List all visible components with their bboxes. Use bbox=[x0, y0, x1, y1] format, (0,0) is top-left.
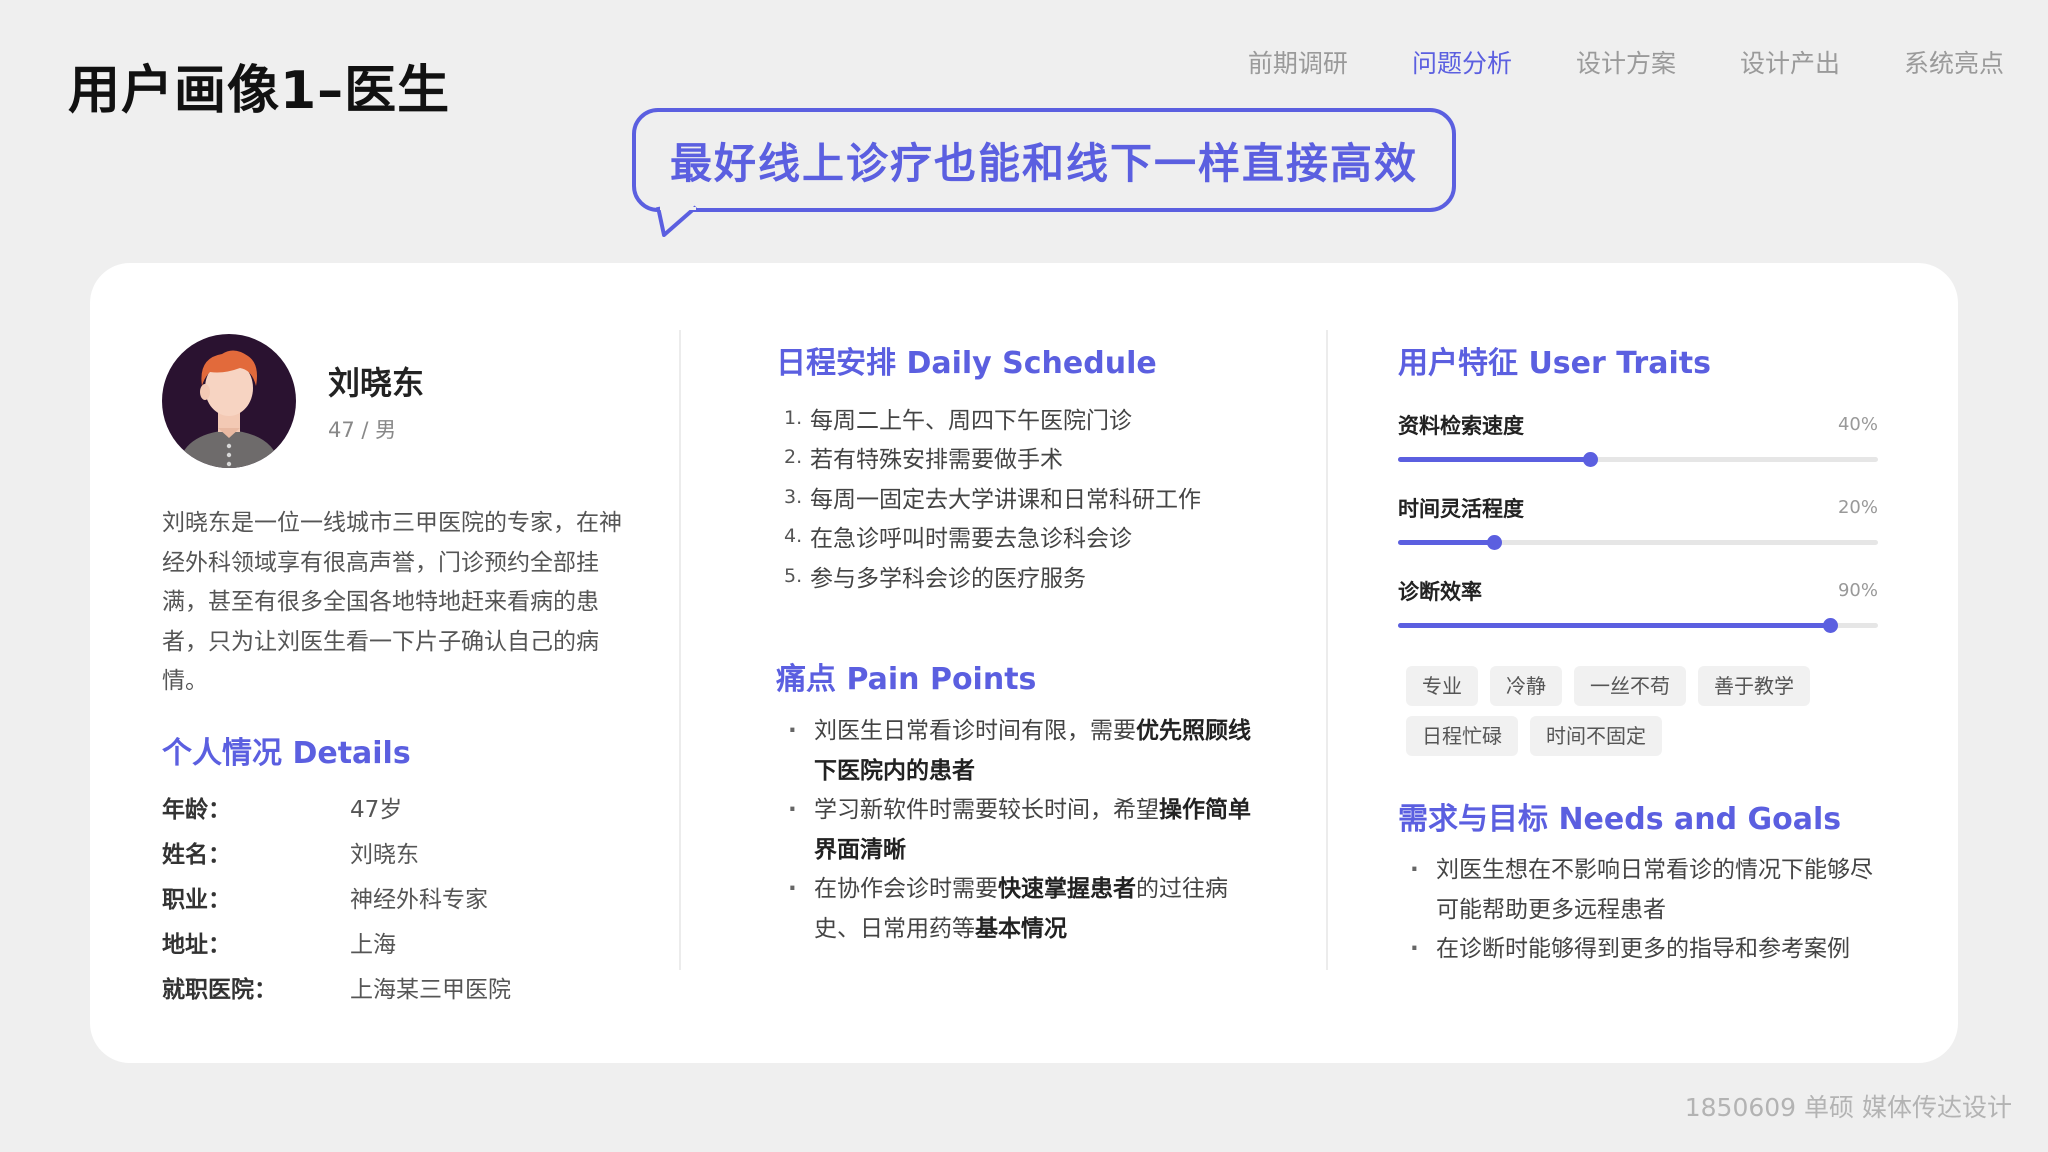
trait-percent: 20% bbox=[1837, 497, 1878, 518]
list-number: 2. bbox=[784, 446, 803, 469]
detail-row: 姓名： 刘晓东 bbox=[162, 829, 511, 874]
trait-slider-knob[interactable] bbox=[1823, 618, 1838, 633]
trait-slider-knob[interactable] bbox=[1583, 452, 1598, 467]
list-text: 每周一固定去大学讲课和日常科研工作 bbox=[810, 486, 1201, 513]
schedule-list: 1. 每周二上午、周四下午医院门诊 2. 若有特殊安排需要做手术 3. 每周一固定去大… bbox=[784, 398, 1201, 596]
trait-slider-track[interactable] bbox=[1398, 535, 1878, 550]
detail-label: 姓名： bbox=[162, 841, 231, 868]
quote-bubble: 最好线上诊疗也能和线下一样直接高效 bbox=[632, 108, 1456, 212]
detail-value: 刘晓东 bbox=[350, 841, 419, 868]
pain-points-list: 刘医生日常看诊时间有限，需要优先照顾线下医院内的患者 学习新软件时需要较长时间，… bbox=[784, 712, 1254, 949]
trait-percent: 40% bbox=[1837, 414, 1878, 435]
trait-slider-fill bbox=[1398, 623, 1830, 628]
list-item: 1. 每周二上午、周四下午医院门诊 bbox=[784, 398, 1201, 438]
trait-row: 时间灵活程度 20% bbox=[1398, 493, 1878, 576]
nav-item-design-output[interactable]: 设计产出 bbox=[1740, 44, 1840, 80]
list-text: 若有特殊安排需要做手术 bbox=[810, 447, 1063, 474]
list-item: 5. 参与多学科会诊的医疗服务 bbox=[784, 556, 1201, 596]
trait-row: 资料检索速度 40% bbox=[1398, 410, 1878, 493]
details-list: 年龄： 47岁 姓名： 刘晓东 职业： 神经外科专家 地址： 上海 就职医院： … bbox=[162, 784, 511, 1009]
list-item: 学习新软件时需要较长时间，希望操作简单界面清晰 bbox=[784, 791, 1254, 870]
trait-label: 诊断效率 bbox=[1398, 580, 1482, 604]
list-number: 4. bbox=[784, 525, 803, 548]
nav-item-analysis[interactable]: 问题分析 bbox=[1412, 44, 1512, 80]
list-item: 刘医生日常看诊时间有限，需要优先照顾线下医院内的患者 bbox=[784, 712, 1254, 791]
person-age-gender: 47 / 男 bbox=[328, 418, 397, 442]
column-divider bbox=[679, 330, 681, 970]
list-text: 每周二上午、周四下午医院门诊 bbox=[810, 407, 1132, 434]
emphasis-text: 基本情况 bbox=[975, 915, 1067, 942]
list-item: 刘医生想在不影响日常看诊的情况下能够尽可能帮助更多远程患者 bbox=[1406, 851, 1886, 930]
trait-slider-fill bbox=[1398, 457, 1590, 462]
detail-value: 上海某三甲医院 bbox=[350, 976, 511, 1003]
trait-tag: 一丝不苟 bbox=[1574, 666, 1686, 706]
trait-slider-knob[interactable] bbox=[1487, 535, 1502, 550]
schedule-heading: 日程安排 Daily Schedule bbox=[776, 346, 1157, 381]
trait-tags: 专业 冷静 一丝不苟 善于教学 日程忙碌 时间不固定 bbox=[1406, 666, 1886, 756]
detail-value: 47岁 bbox=[350, 796, 403, 823]
list-item: 在诊断时能够得到更多的指导和参考案例 bbox=[1406, 930, 1886, 970]
avatar bbox=[162, 334, 296, 468]
list-item: 3. 每周一固定去大学讲课和日常科研工作 bbox=[784, 477, 1201, 517]
list-number: 1. bbox=[784, 406, 803, 429]
detail-value: 上海 bbox=[350, 931, 396, 958]
trait-percent: 90% bbox=[1837, 580, 1878, 601]
detail-row: 年龄： 47岁 bbox=[162, 784, 511, 829]
page-title: 用户画像1–医生 bbox=[68, 61, 451, 121]
trait-tag: 善于教学 bbox=[1698, 666, 1810, 706]
emphasis-text: 快速掌握患者 bbox=[998, 876, 1136, 902]
list-number: 5. bbox=[784, 564, 803, 587]
detail-label: 年龄： bbox=[162, 796, 231, 823]
quote-text: 最好线上诊疗也能和线下一样直接高效 bbox=[669, 138, 1418, 188]
pain-points-heading: 痛点 Pain Points bbox=[776, 662, 1037, 697]
trait-tag: 日程忙碌 bbox=[1406, 716, 1518, 756]
list-item: 2. 若有特殊安排需要做手术 bbox=[784, 438, 1201, 478]
detail-row: 职业： 神经外科专家 bbox=[162, 874, 511, 919]
trait-slider-track[interactable] bbox=[1398, 452, 1878, 467]
trait-label: 资料检索速度 bbox=[1398, 414, 1524, 438]
top-nav: 前期调研 问题分析 设计方案 设计产出 系统亮点 bbox=[1248, 44, 2004, 80]
column-divider bbox=[1326, 330, 1328, 970]
person-bio: 刘晓东是一位一线城市三甲医院的专家，在神经外科领域享有很高声誉，门诊预约全部挂满… bbox=[162, 510, 622, 694]
nav-item-design-plan[interactable]: 设计方案 bbox=[1576, 44, 1676, 80]
text-run: 学习新软件时需要较长时间，希望 bbox=[814, 797, 1159, 823]
traits-heading: 用户特征 User Traits bbox=[1398, 346, 1711, 381]
nav-item-highlights[interactable]: 系统亮点 bbox=[1904, 44, 2004, 80]
trait-slider-track[interactable] bbox=[1398, 618, 1878, 633]
list-text: 参与多学科会诊的医疗服务 bbox=[810, 565, 1086, 592]
detail-label: 就职医院： bbox=[162, 976, 277, 1003]
list-item: 4. 在急诊呼叫时需要去急诊科会诊 bbox=[784, 517, 1201, 557]
trait-row: 诊断效率 90% bbox=[1398, 576, 1878, 659]
list-number: 3. bbox=[784, 485, 803, 508]
detail-row: 地址： 上海 bbox=[162, 919, 511, 964]
detail-value: 神经外科专家 bbox=[350, 886, 488, 913]
speech-tail-icon bbox=[656, 205, 698, 237]
trait-tag: 时间不固定 bbox=[1530, 716, 1662, 756]
needs-list: 刘医生想在不影响日常看诊的情况下能够尽可能帮助更多远程患者 在诊断时能够得到更多… bbox=[1406, 851, 1886, 970]
text-run: 在协作会诊时需要 bbox=[814, 876, 998, 902]
details-heading: 个人情况 Details bbox=[162, 736, 411, 771]
nav-item-research[interactable]: 前期调研 bbox=[1248, 44, 1348, 80]
footer-credit: 1850609 单硕 媒体传达设计 bbox=[1684, 1093, 2012, 1122]
person-name: 刘晓东 bbox=[328, 364, 425, 402]
detail-label: 地址： bbox=[162, 931, 231, 958]
traits-list: 资料检索速度 40% 时间灵活程度 20% 诊断效率 90% bbox=[1398, 410, 1878, 659]
needs-heading: 需求与目标 Needs and Goals bbox=[1398, 802, 1842, 837]
trait-slider-fill bbox=[1398, 540, 1494, 545]
list-item: 在协作会诊时需要快速掌握患者的过往病史、日常用药等基本情况 bbox=[784, 870, 1254, 949]
detail-row: 就职医院： 上海某三甲医院 bbox=[162, 964, 511, 1009]
list-text: 在急诊呼叫时需要去急诊科会诊 bbox=[810, 526, 1132, 553]
text-run: 刘医生日常看诊时间有限，需要 bbox=[814, 718, 1136, 744]
trait-label: 时间灵活程度 bbox=[1398, 497, 1524, 521]
trait-tag: 冷静 bbox=[1490, 666, 1562, 706]
detail-label: 职业： bbox=[162, 886, 231, 913]
trait-tag: 专业 bbox=[1406, 666, 1478, 706]
